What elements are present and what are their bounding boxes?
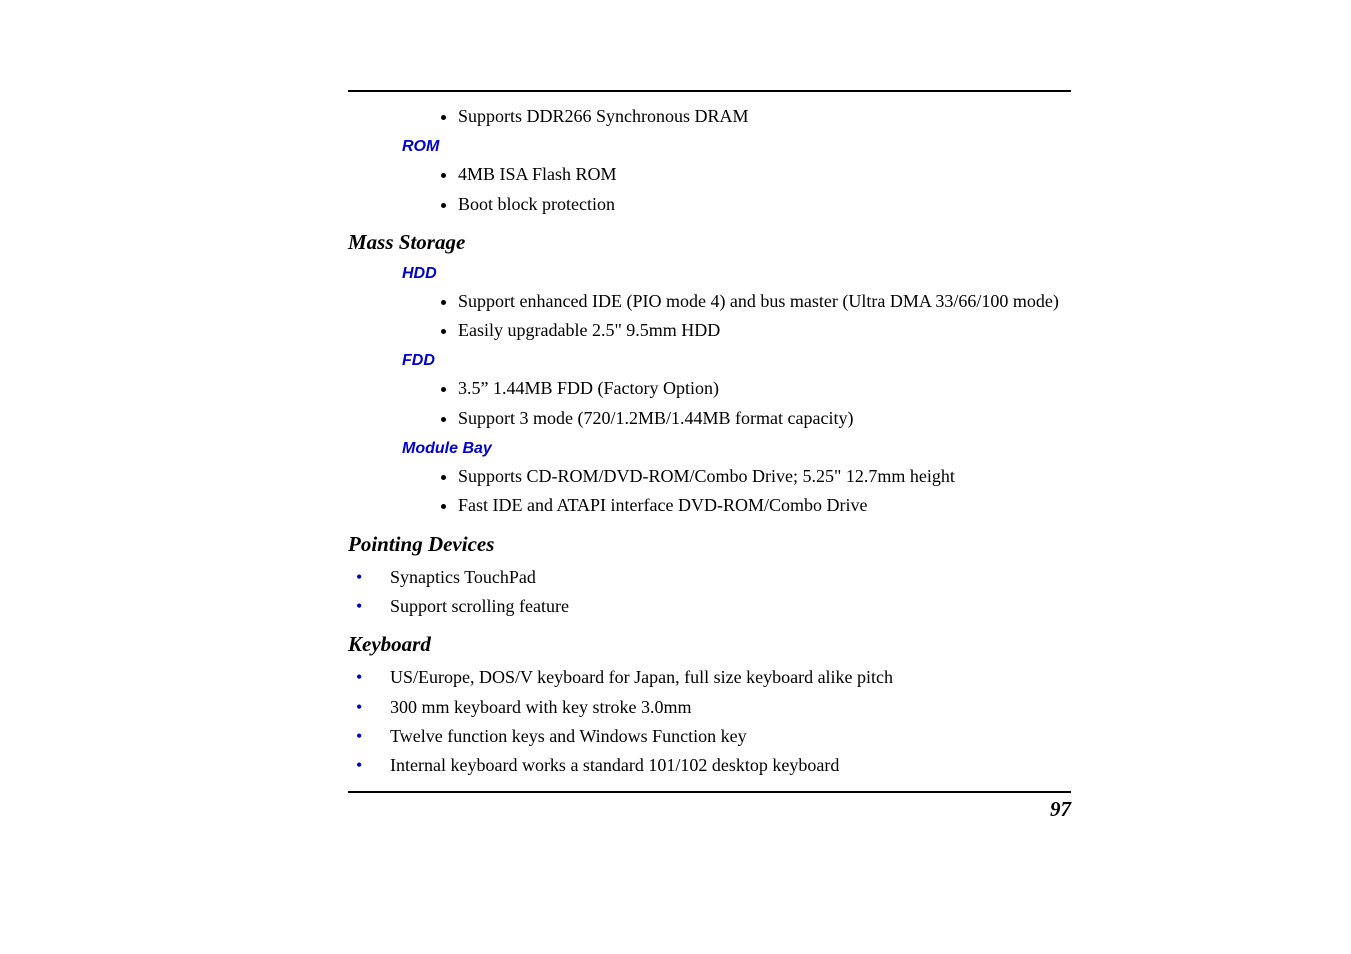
- document-page: Supports DDR266 Synchronous DRAM ROM 4MB…: [0, 0, 1351, 954]
- keyboard-heading: Keyboard: [348, 632, 1071, 657]
- list-item: US/Europe, DOS/V keyboard for Japan, ful…: [348, 665, 1071, 689]
- list-item: Internal keyboard works a standard 101/1…: [348, 753, 1071, 777]
- hdd-list: Support enhanced IDE (PIO mode 4) and bu…: [458, 289, 1071, 343]
- fdd-heading: FDD: [402, 352, 1071, 370]
- list-item: 4MB ISA Flash ROM: [458, 162, 1071, 186]
- list-item: Supports CD-ROM/DVD-ROM/Combo Drive; 5.2…: [458, 464, 1071, 488]
- list-item: Boot block protection: [458, 192, 1071, 216]
- mass-storage-heading: Mass Storage: [348, 230, 1071, 255]
- list-item: Supports DDR266 Synchronous DRAM: [458, 104, 1071, 128]
- fdd-list: 3.5” 1.44MB FDD (Factory Option) Support…: [458, 376, 1071, 430]
- list-item: Synaptics TouchPad: [348, 565, 1071, 589]
- module-bay-list: Supports CD-ROM/DVD-ROM/Combo Drive; 5.2…: [458, 464, 1071, 518]
- bottom-rule: [348, 791, 1071, 793]
- list-item: Fast IDE and ATAPI interface DVD-ROM/Com…: [458, 493, 1071, 517]
- keyboard-list: US/Europe, DOS/V keyboard for Japan, ful…: [348, 665, 1071, 777]
- module-bay-heading: Module Bay: [402, 440, 1071, 458]
- list-item: Support 3 mode (720/1.2MB/1.44MB format …: [458, 406, 1071, 430]
- hdd-heading: HDD: [402, 265, 1071, 283]
- top-continuation-list: Supports DDR266 Synchronous DRAM: [458, 104, 1071, 128]
- list-item: 300 mm keyboard with key stroke 3.0mm: [348, 695, 1071, 719]
- page-number: 97: [348, 797, 1071, 822]
- list-item: Easily upgradable 2.5" 9.5mm HDD: [458, 318, 1071, 342]
- pointing-devices-list: Synaptics TouchPad Support scrolling fea…: [348, 565, 1071, 619]
- pointing-devices-heading: Pointing Devices: [348, 532, 1071, 557]
- rom-list: 4MB ISA Flash ROM Boot block protection: [458, 162, 1071, 216]
- list-item: Twelve function keys and Windows Functio…: [348, 724, 1071, 748]
- list-item: Support enhanced IDE (PIO mode 4) and bu…: [458, 289, 1071, 313]
- list-item: 3.5” 1.44MB FDD (Factory Option): [458, 376, 1071, 400]
- list-item: Support scrolling feature: [348, 594, 1071, 618]
- top-rule: [348, 90, 1071, 92]
- rom-heading: ROM: [402, 138, 1071, 156]
